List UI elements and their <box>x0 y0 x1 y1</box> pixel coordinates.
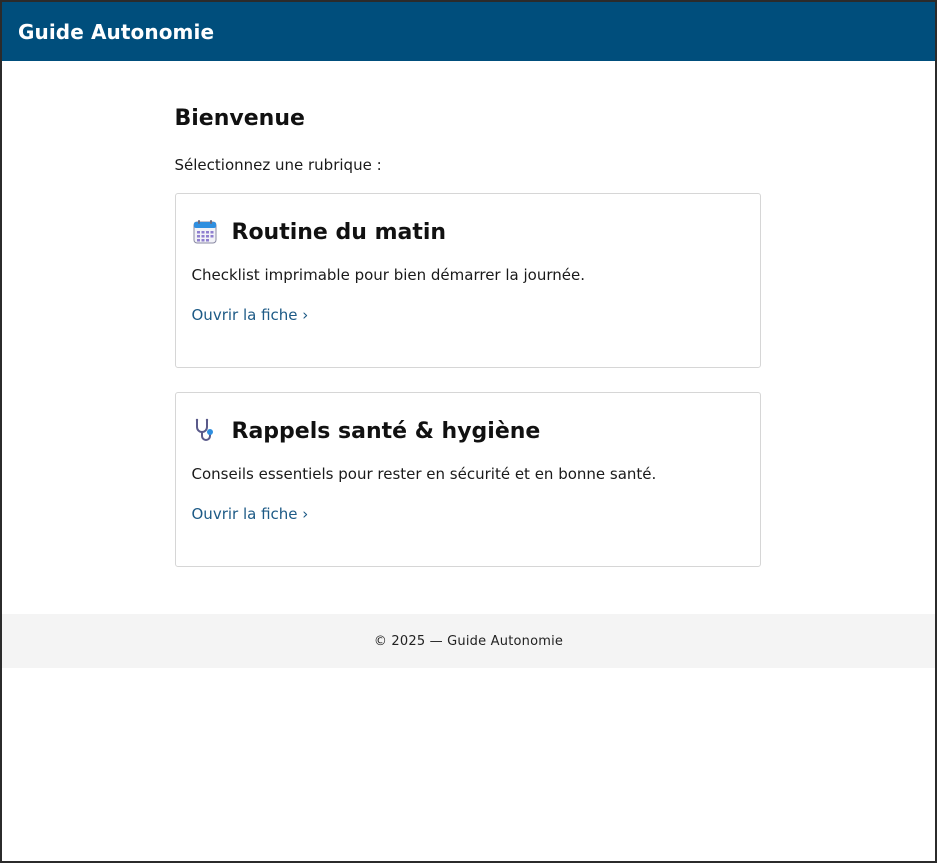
open-routine-link[interactable]: Ouvrir la fiche › <box>192 306 309 324</box>
card-header: Routine du matin <box>192 214 744 250</box>
open-rappels-link[interactable]: Ouvrir la fiche › <box>192 505 309 523</box>
app-title: Guide Autonomie <box>18 19 215 44</box>
card-title: Routine du matin <box>231 219 447 245</box>
page-footer: © 2025 — Guide Autonomie <box>2 614 935 668</box>
footer-copyright: © 2025 — Guide Autonomie <box>373 633 564 649</box>
stethoscope-icon <box>192 418 218 444</box>
calendar-icon <box>192 219 218 245</box>
intro-text: Sélectionnez une rubrique : <box>174 156 382 174</box>
card-rappels-sante: Rappels santé & hygiène Conseils essenti… <box>174 392 761 567</box>
page-title: Bienvenue <box>174 106 305 131</box>
main-content: Bienvenue Sélectionnez une rubrique : Ro… <box>174 61 761 567</box>
card-list: Routine du matin Checklist imprimable po… <box>174 193 761 567</box>
card-description: Checklist imprimable pour bien démarrer … <box>191 266 585 284</box>
card-description: Conseils essentiels pour rester en sécur… <box>191 465 657 483</box>
card-routine-du-matin: Routine du matin Checklist imprimable po… <box>174 193 761 368</box>
app-header: Guide Autonomie <box>2 2 935 61</box>
card-header: Rappels santé & hygiène <box>192 413 744 449</box>
card-title: Rappels santé & hygiène <box>231 418 541 444</box>
